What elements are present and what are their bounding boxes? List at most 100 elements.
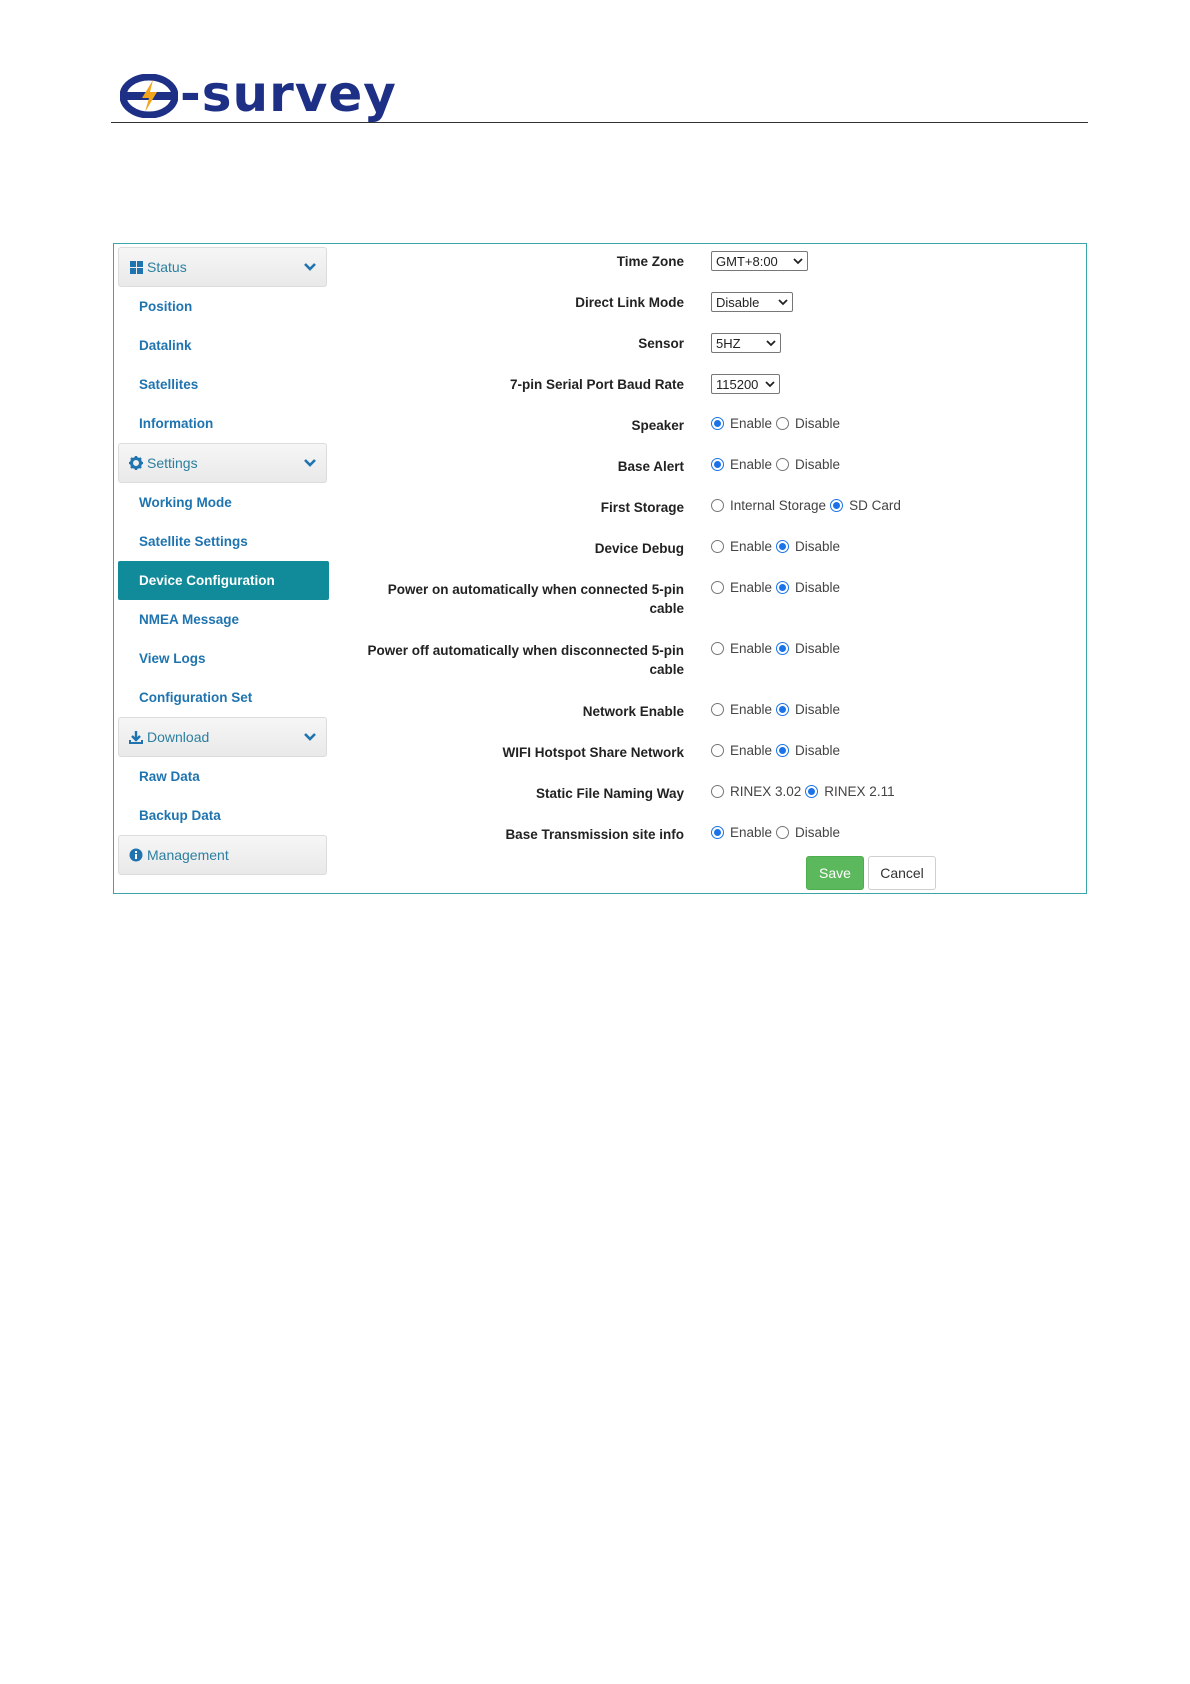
- internal-storage-label: Internal Storage: [730, 498, 827, 513]
- row-base-alert: Base Alert Enable Disable: [334, 457, 1084, 476]
- wifi-hotspot-disable-radio[interactable]: [776, 744, 790, 757]
- rinex-211-label: RINEX 2.11: [824, 784, 895, 799]
- power-off-label-line2: cable: [649, 662, 684, 677]
- rinex-302-radio[interactable]: [711, 785, 724, 798]
- power-on-label-line1: Power on automatically when connected 5-…: [387, 582, 684, 597]
- header-divider: [111, 122, 1088, 123]
- download-icon: [128, 729, 144, 745]
- power-on-disable-radio[interactable]: [776, 581, 790, 594]
- base-alert-disable-label: Disable: [795, 457, 841, 472]
- sensor-label: Sensor: [638, 336, 684, 351]
- sd-card-label: SD Card: [849, 498, 901, 513]
- time-zone-value: GMT+8:00: [716, 253, 778, 269]
- info-icon: [128, 847, 144, 863]
- device-configuration-screenshot: Status Position Datalink Satellites Info…: [113, 243, 1087, 894]
- chevron-down-icon: [765, 380, 775, 387]
- base-transmission-label: Base Transmission site info: [505, 827, 684, 842]
- direct-link-mode-value: Disable: [716, 294, 760, 310]
- base-alert-label: Base Alert: [617, 459, 684, 474]
- row-power-off: Power off automatically when disconnecte…: [334, 641, 1084, 679]
- sidebar-item-configuration-set[interactable]: Configuration Set: [118, 678, 327, 717]
- power-off-disable-radio[interactable]: [776, 642, 790, 655]
- chevron-down-icon: [766, 339, 776, 346]
- sidebar-item-position[interactable]: Position: [118, 287, 327, 326]
- time-zone-label: Time Zone: [616, 254, 684, 269]
- e-survey-logo-icon: [120, 74, 178, 118]
- chevron-down-icon: [793, 257, 803, 264]
- sidebar-panel-label: Settings: [147, 455, 198, 471]
- sidebar-panel-label: Management: [147, 847, 229, 863]
- base-alert-enable-radio[interactable]: [711, 458, 724, 471]
- internal-storage-radio[interactable]: [711, 499, 724, 512]
- sidebar-item-satellites[interactable]: Satellites: [118, 365, 327, 404]
- sidebar-panel-label: Download: [147, 729, 210, 745]
- row-speaker: Speaker Enable Disable: [334, 416, 1084, 435]
- wifi-hotspot-disable-label: Disable: [795, 743, 841, 758]
- sidebar-item-datalink[interactable]: Datalink: [118, 326, 327, 365]
- sidebar-item-raw-data[interactable]: Raw Data: [118, 757, 327, 796]
- power-on-enable-radio[interactable]: [711, 581, 724, 594]
- base-transmission-disable-radio[interactable]: [776, 826, 790, 839]
- cancel-button[interactable]: Cancel: [868, 856, 936, 890]
- device-debug-disable-radio[interactable]: [776, 540, 790, 553]
- time-zone-select[interactable]: GMT+8:00: [711, 251, 808, 271]
- rinex-302-label: RINEX 3.02: [730, 784, 802, 799]
- sidebar-panel-download[interactable]: Download: [118, 717, 327, 757]
- power-on-enable-label: Enable: [730, 580, 773, 595]
- sidebar-item-nmea-message[interactable]: NMEA Message: [118, 600, 327, 639]
- sidebar-item-information[interactable]: Information: [118, 404, 327, 443]
- speaker-enable-radio[interactable]: [711, 417, 724, 430]
- direct-link-mode-select[interactable]: Disable: [711, 292, 793, 312]
- network-enable-radio[interactable]: [711, 703, 724, 716]
- wifi-hotspot-label: WIFI Hotspot Share Network: [502, 745, 684, 760]
- chevron-down-icon: [778, 298, 788, 305]
- sidebar-item-backup-data[interactable]: Backup Data: [118, 796, 327, 835]
- sidebar-panel-status[interactable]: Status: [118, 247, 327, 287]
- power-off-enable-radio[interactable]: [711, 642, 724, 655]
- row-time-zone: Time Zone GMT+8:00: [334, 251, 1084, 271]
- sidebar: Status Position Datalink Satellites Info…: [118, 247, 329, 875]
- sidebar-panel-settings[interactable]: Settings: [118, 443, 327, 483]
- row-direct-link-mode: Direct Link Mode Disable: [334, 292, 1084, 312]
- brand-name: -survey: [180, 65, 397, 123]
- sidebar-item-satellite-settings[interactable]: Satellite Settings: [118, 522, 327, 561]
- wifi-hotspot-enable-label: Enable: [730, 743, 773, 758]
- row-wifi-hotspot: WIFI Hotspot Share Network Enable Disabl…: [334, 743, 1084, 762]
- save-button[interactable]: Save: [806, 856, 864, 890]
- baud-rate-label: 7-pin Serial Port Baud Rate: [509, 377, 684, 392]
- sensor-value: 5HZ: [716, 335, 741, 351]
- sidebar-item-view-logs[interactable]: View Logs: [118, 639, 327, 678]
- baud-rate-select[interactable]: 115200: [711, 374, 780, 394]
- speaker-disable-radio[interactable]: [776, 417, 790, 430]
- wifi-hotspot-enable-radio[interactable]: [711, 744, 724, 757]
- power-off-enable-label: Enable: [730, 641, 773, 656]
- power-on-label: Power on automatically when connected 5-…: [334, 580, 684, 618]
- network-disable-radio[interactable]: [776, 703, 790, 716]
- row-network-enable: Network Enable Enable Disable: [334, 702, 1084, 721]
- base-transmission-enable-label: Enable: [730, 825, 773, 840]
- chevron-down-icon[interactable]: [303, 730, 317, 744]
- chevron-down-icon[interactable]: [303, 260, 317, 274]
- rinex-211-radio[interactable]: [805, 785, 819, 798]
- sidebar-panel-label: Status: [147, 259, 187, 275]
- network-disable-option-label: Disable: [795, 702, 841, 717]
- device-debug-enable-radio[interactable]: [711, 540, 724, 553]
- power-off-label: Power off automatically when disconnecte…: [334, 641, 684, 679]
- sidebar-panel-management[interactable]: Management: [118, 835, 327, 875]
- sidebar-item-device-configuration[interactable]: Device Configuration: [118, 561, 329, 600]
- sidebar-item-working-mode[interactable]: Working Mode: [118, 483, 327, 522]
- device-debug-disable-label: Disable: [795, 539, 841, 554]
- row-baud-rate: 7-pin Serial Port Baud Rate 115200: [334, 374, 1084, 394]
- power-off-label-line1: Power off automatically when disconnecte…: [367, 643, 684, 658]
- chevron-down-icon[interactable]: [303, 456, 317, 470]
- sensor-select[interactable]: 5HZ: [711, 333, 781, 353]
- row-base-transmission: Base Transmission site info Enable Disab…: [334, 825, 1084, 844]
- speaker-disable-label: Disable: [795, 416, 841, 431]
- form-actions: Save Cancel: [806, 856, 936, 890]
- gear-icon: [128, 455, 144, 471]
- base-alert-disable-radio[interactable]: [776, 458, 790, 471]
- sd-card-radio[interactable]: [830, 499, 844, 512]
- device-debug-enable-label: Enable: [730, 539, 773, 554]
- static-file-naming-label: Static File Naming Way: [535, 786, 684, 801]
- base-transmission-enable-radio[interactable]: [711, 826, 724, 839]
